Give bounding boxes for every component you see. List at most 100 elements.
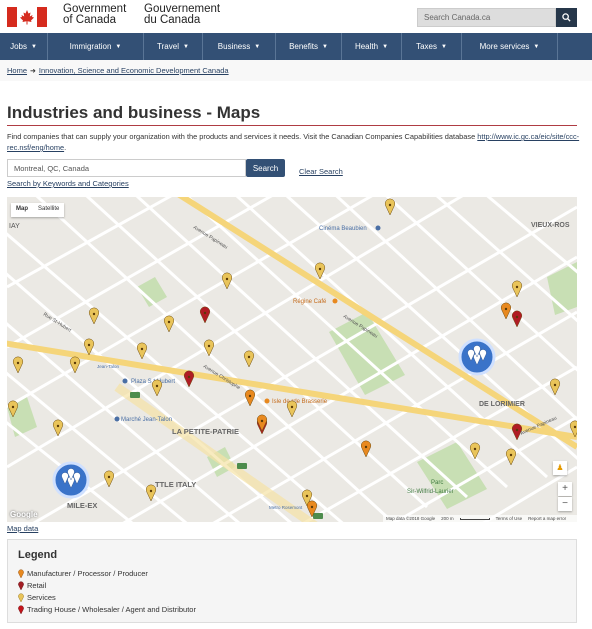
map-pin-icon[interactable] [511, 280, 523, 298]
map-pin-icon[interactable] [163, 315, 175, 333]
map-pin-icon[interactable] [256, 414, 268, 432]
legend-item-retail: Retail [18, 581, 46, 590]
map-pin-icon[interactable] [306, 500, 318, 518]
address-search-input[interactable]: Montreal, QC, Canada [7, 159, 246, 177]
intro-period: . [64, 143, 67, 152]
map-pin-dot [187, 375, 191, 379]
map-pin-icon[interactable] [286, 400, 298, 418]
map-pin-icon[interactable] [7, 400, 19, 418]
map-pin-icon[interactable] [243, 350, 255, 368]
breadcrumb-ised-link[interactable]: Innovation, Science and Economic Develop… [39, 66, 229, 75]
map-pin-icon[interactable] [221, 272, 233, 290]
street-view-pegman-icon[interactable]: ♟ [553, 461, 567, 475]
map-pin-dot [290, 405, 294, 409]
map-pin-dot [149, 489, 153, 493]
legend-label: Services [27, 593, 56, 602]
menu-health[interactable]: Health ▼ [342, 33, 402, 60]
map-pin-icon[interactable] [103, 470, 115, 488]
site-search-input[interactable]: Search Canada.ca [417, 8, 556, 27]
menu-taxes[interactable]: Taxes ▼ [402, 33, 462, 60]
breadcrumb-home-link[interactable]: Home [7, 66, 27, 75]
menu-more-services[interactable]: More services ▼ [462, 33, 558, 60]
map-pin-icon[interactable] [145, 484, 157, 502]
services-pin-icon [18, 593, 24, 602]
zoom-in-button[interactable]: + [558, 482, 572, 496]
top-header: Government of Canada Gouvernement du Can… [0, 0, 592, 33]
pin-layer[interactable] [7, 197, 577, 522]
legend-item-manufacturer: Manufacturer / Processor / Producer [18, 569, 148, 578]
map-pin-icon[interactable] [199, 306, 211, 324]
map-data-link[interactable]: Map data [7, 524, 38, 533]
legend-item-services: Services [18, 593, 56, 602]
map-pin-dot [310, 505, 314, 509]
map-pin-icon[interactable] [511, 310, 523, 328]
map-pin-icon[interactable] [360, 440, 372, 458]
menu-label: Health [354, 42, 379, 51]
retail-pin-icon [18, 581, 24, 590]
menu-label: Taxes [416, 42, 437, 51]
map-pin-icon[interactable] [500, 302, 512, 320]
breadcrumb-arrow-icon: ➜ [30, 68, 36, 75]
clear-search-link[interactable]: Clear Search [299, 167, 343, 176]
menu-business[interactable]: Business ▼ [203, 33, 276, 60]
map-pin-icon[interactable] [314, 262, 326, 280]
map-pin-dot [515, 428, 519, 432]
map-pin-dot [364, 445, 368, 449]
map-pin-icon[interactable] [384, 198, 396, 216]
google-map[interactable]: IAY VIEUX-ROS LA PETITE-PATRIE DE LORIMI… [7, 197, 577, 522]
zoom-out-button[interactable]: − [558, 497, 572, 511]
map-pin-dot [248, 394, 252, 398]
map-pin-icon[interactable] [83, 338, 95, 356]
intro-sentence: Find companies that can supply your orga… [7, 132, 476, 141]
legend-title: Legend [18, 549, 58, 561]
map-report-error-link[interactable]: Report a map error [528, 516, 566, 521]
map-pin-dot [155, 384, 159, 388]
map-pin-dot [11, 405, 15, 409]
trading-house-pin-icon [18, 605, 24, 614]
map-pin-icon[interactable] [52, 419, 64, 437]
menu-label: Benefits [289, 42, 318, 51]
chevron-down-icon: ▼ [115, 43, 122, 50]
map-pin-icon[interactable] [469, 442, 481, 460]
menu-benefits[interactable]: Benefits ▼ [276, 33, 342, 60]
map-pin-icon[interactable] [511, 423, 523, 441]
map-pin-icon[interactable] [69, 356, 81, 374]
menu-travel[interactable]: Travel ▼ [144, 33, 203, 60]
map-pin-dot [318, 267, 322, 271]
search-keywords-link[interactable]: Search by Keywords and Categories [7, 179, 129, 188]
map-pin-icon[interactable] [244, 389, 256, 407]
map-pin-dot [16, 361, 20, 365]
map-type-map-button[interactable]: Map [11, 203, 33, 217]
page-title: Industries and business - Maps [7, 103, 261, 122]
map-terms-link[interactable]: Terms of Use [496, 516, 523, 521]
map-pin-dot [509, 453, 513, 457]
menu-label: Jobs [10, 42, 27, 51]
government-of-canada-wordmark[interactable]: Government of Canada [63, 3, 126, 26]
menu-immigration[interactable]: Immigration ▼ [48, 33, 144, 60]
map-pin-icon[interactable] [88, 307, 100, 325]
gouvernement-du-canada-wordmark[interactable]: Gouvernement du Canada [144, 3, 220, 26]
map-pin-icon[interactable] [505, 448, 517, 466]
canada-flag-icon[interactable] [7, 7, 47, 27]
map-pin-icon[interactable] [183, 370, 195, 388]
legend-label: Trading House / Wholesaler / Agent and D… [27, 605, 196, 614]
legend-item-trading-house: Trading House / Wholesaler / Agent and D… [18, 605, 196, 614]
menu-jobs[interactable]: Jobs ▼ [0, 33, 48, 60]
title-rule [7, 125, 577, 126]
map-pin-dot [92, 312, 96, 316]
map-pin-icon[interactable] [136, 342, 148, 360]
legend-panel: Legend Manufacturer / Processor / Produc… [7, 539, 577, 623]
map-pin-dot [167, 320, 171, 324]
map-pin-icon[interactable] [549, 378, 561, 396]
map-pin-icon[interactable] [203, 339, 215, 357]
map-search-button[interactable]: Search [246, 159, 285, 177]
menu-label: More services [479, 42, 530, 51]
map-pin-icon[interactable] [569, 420, 577, 438]
site-search-button[interactable] [556, 8, 577, 27]
map-pin-icon[interactable] [151, 379, 163, 397]
map-pin-icon[interactable] [12, 356, 24, 374]
map-footer: Map data ©2018 Google 200 m Terms of Use… [383, 515, 577, 522]
map-type-satellite-button[interactable]: Satellite [33, 203, 64, 217]
map-pin-dot [515, 315, 519, 319]
map-pin-dot [73, 361, 77, 365]
